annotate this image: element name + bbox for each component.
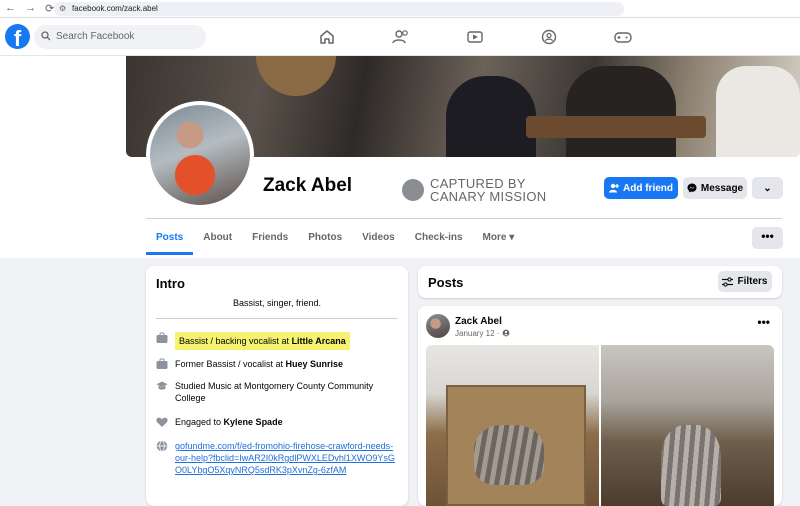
profile-more-button[interactable]: ⌄ <box>752 177 783 199</box>
profile-name: Zack Abel <box>263 175 353 196</box>
post-author-avatar[interactable] <box>426 314 450 338</box>
search-placeholder: Search Facebook <box>56 31 135 42</box>
intro-item-work: Bassist / backing vocalist at Little Arc… <box>156 332 396 350</box>
intro-item-education: Studied Music at Montgomery County Commu… <box>156 380 396 404</box>
post-menu-button[interactable]: ••• <box>757 315 770 329</box>
post-author-name[interactable]: Zack Abel <box>455 316 502 327</box>
forward-icon[interactable]: → <box>25 2 36 15</box>
heart-icon <box>156 417 168 427</box>
home-icon[interactable] <box>290 26 364 48</box>
watermark: CAPTURED BY CANARY MISSION <box>402 177 546 203</box>
bio-divider <box>156 318 398 319</box>
messenger-icon <box>687 183 697 193</box>
website-link[interactable]: gofundme.com/f/ed-fromohio-firehose-craw… <box>175 440 396 476</box>
gaming-icon[interactable] <box>586 26 660 48</box>
tab-posts[interactable]: Posts <box>146 220 194 255</box>
reload-icon[interactable]: ⟳ <box>45 2 54 15</box>
back-icon[interactable]: ← <box>5 2 16 15</box>
groups-icon[interactable] <box>512 26 586 48</box>
canary-logo-icon <box>402 179 424 201</box>
tab-photos[interactable]: Photos <box>298 220 352 255</box>
tab-about[interactable]: About <box>193 220 242 255</box>
watermark-text: CAPTURED BY CANARY MISSION <box>430 176 547 204</box>
top-nav <box>290 26 660 48</box>
watch-icon[interactable] <box>438 26 512 48</box>
profile-header: Zack Abel CAPTURED BY CANARY MISSION Add… <box>0 56 800 258</box>
bio-text: Bassist, singer, friend. <box>232 298 322 308</box>
globe-icon <box>156 440 168 452</box>
partner-link[interactable]: Kylene Spade <box>224 417 283 427</box>
briefcase-icon <box>156 358 168 369</box>
filters-button[interactable]: Filters <box>718 271 772 292</box>
intro-title: Intro <box>156 276 185 291</box>
intro-item-relationship: Engaged to Kylene Spade <box>156 416 396 428</box>
post-card: Zack Abel January 12 · ••• <box>418 306 782 506</box>
education-text: Studied Music at Montgomery County Commu… <box>175 381 374 403</box>
header-divider <box>146 218 782 219</box>
tab-videos[interactable]: Videos <box>352 220 405 255</box>
profile-avatar[interactable] <box>146 101 254 209</box>
post-timestamp[interactable]: January 12 · <box>455 329 510 338</box>
facebook-logo-icon[interactable]: f <box>5 24 30 49</box>
intro-item-former-work: Former Bassist / vocalist at Huey Sunris… <box>156 358 396 370</box>
url-text: facebook.com/zack.abel <box>72 4 158 13</box>
add-person-icon <box>609 183 619 193</box>
post-photo-cat-in-box[interactable] <box>426 345 599 506</box>
intro-item-text: Former Bassist / vocalist at Huey Sunris… <box>175 359 344 369</box>
search-input[interactable]: Search Facebook <box>34 25 206 49</box>
workplace-link[interactable]: Little Arcana <box>292 336 346 346</box>
intro-item-text: Engaged to Kylene Spade <box>175 417 283 427</box>
former-workplace-link[interactable]: Huey Sunrise <box>286 359 344 369</box>
search-icon <box>41 31 51 41</box>
friends-icon[interactable] <box>364 26 438 48</box>
profile-tabs: Posts About Friends Photos Videos Check-… <box>146 220 524 255</box>
facebook-header: f Search Facebook <box>0 18 800 56</box>
briefcase-icon <box>156 332 168 343</box>
browser-nav: ← → ⟳ <box>0 2 54 15</box>
graduation-cap-icon <box>156 381 168 390</box>
posts-title: Posts <box>428 275 464 290</box>
post-photo-cat-on-floor[interactable] <box>601 345 774 506</box>
add-friend-button[interactable]: Add friend <box>604 177 678 199</box>
posts-header-card: Posts Filters <box>418 266 782 298</box>
browser-toolbar: ← → ⟳ ⚙ facebook.com/zack.abel <box>0 0 800 18</box>
tabs-more-button[interactable]: ••• <box>752 227 783 249</box>
site-settings-icon[interactable]: ⚙ <box>59 2 66 16</box>
intro-item-website: gofundme.com/f/ed-fromohio-firehose-craw… <box>156 440 396 476</box>
intro-item-text: Bassist / backing vocalist at Little Arc… <box>175 332 350 350</box>
intro-card: Intro Bassist, singer, friend. Bassist /… <box>146 266 408 506</box>
address-bar[interactable]: ⚙ facebook.com/zack.abel <box>54 2 624 16</box>
message-button[interactable]: Message <box>683 177 747 199</box>
tab-friends[interactable]: Friends <box>242 220 298 255</box>
tab-more[interactable]: More ▾ <box>473 220 525 255</box>
friends-audience-icon <box>502 329 510 337</box>
filters-icon <box>722 276 734 287</box>
tab-check-ins[interactable]: Check-ins <box>405 220 473 255</box>
